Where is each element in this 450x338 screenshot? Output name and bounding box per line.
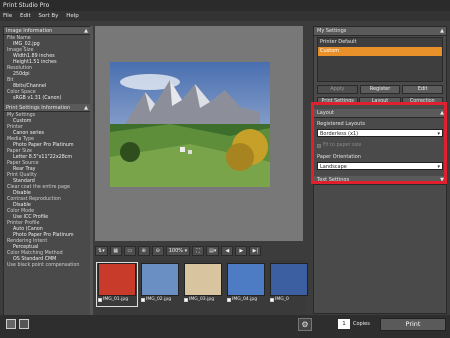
thumbnail-image[interactable] (227, 263, 265, 296)
image-info-header[interactable]: Image Information ▲ (4, 27, 90, 35)
prev-page-icon[interactable]: ◀ (221, 246, 234, 256)
print-button[interactable]: Print (380, 318, 446, 331)
thumbnail-item[interactable]: IMG_01.jpg (96, 262, 138, 307)
highlight-box (311, 102, 447, 184)
menu-edit[interactable]: Edit (20, 13, 31, 19)
print-info-header[interactable]: Print Settings Information ▲ (4, 104, 90, 112)
collapse-icon[interactable]: ▲ (440, 27, 444, 35)
menu-file[interactable]: File (3, 13, 12, 19)
menu-help[interactable]: Help (66, 13, 79, 19)
fit-view-icon[interactable]: ▭ (123, 246, 136, 256)
thumbnail-checkbox[interactable] (184, 297, 188, 302)
next-page-icon[interactable]: ▶ (235, 246, 248, 256)
info-value: sRGB v1.31 (Canon) (13, 96, 62, 101)
menu-sort-by[interactable]: Sort By (38, 13, 58, 19)
info-key: Use black point compensation (7, 263, 80, 268)
view-mode-button[interactable]: ▤▾ (206, 246, 220, 256)
edit-button[interactable]: Edit (402, 85, 444, 94)
multi-view-icon[interactable] (19, 319, 29, 329)
copies-label: Copies (353, 321, 370, 327)
window-title: Print Studio Pro (0, 0, 450, 11)
collapse-icon[interactable]: ▲ (84, 27, 88, 34)
thumbnail-image[interactable] (98, 263, 136, 296)
thumbnail-label: IMG_0 (275, 297, 289, 302)
menu-bar: File Edit Sort By Help (0, 11, 450, 21)
preview-photo (110, 62, 270, 187)
fullscreen-icon[interactable]: ⛶ (192, 246, 205, 256)
image-info-list: File Name IMG_02.jpg Image Size Width1.89 i… (4, 35, 90, 104)
thumbnail-checkbox[interactable] (98, 297, 102, 302)
last-page-icon[interactable]: ▶| (249, 246, 262, 256)
thumbnail-item[interactable]: IMG_03.jpg (183, 263, 223, 306)
thumbnail-label: IMG_04.jpg (232, 297, 258, 302)
copies-field[interactable]: 1 (338, 319, 350, 329)
zoom-select[interactable]: 100% ▾ (165, 246, 191, 256)
apply-button[interactable]: Apply (317, 85, 358, 94)
settings-item-printer-default[interactable]: Printer Default (318, 38, 442, 47)
thumbnail-label: IMG_01.jpg (103, 297, 129, 302)
thumbnail-checkbox[interactable] (141, 297, 145, 302)
print-info-list: My Settings Custom Printer Canon series Medi… (4, 112, 90, 271)
thumbnail-item[interactable]: IMG_04.jpg (226, 263, 266, 306)
thumbnail-label: IMG_02.jpg (146, 297, 172, 302)
thumbnail-label: IMG_03.jpg (189, 297, 215, 302)
thumbnail-image[interactable] (184, 263, 222, 296)
zoom-in-icon[interactable]: ⊕ (137, 246, 150, 256)
my-settings-header[interactable]: My Settings ▲ (314, 27, 446, 36)
zoom-out-icon[interactable]: ⊖ (151, 246, 164, 256)
settings-item-custom[interactable]: Custom (318, 47, 442, 56)
collapse-icon[interactable]: ▲ (84, 104, 88, 111)
preview-toolbar: ⇅▾ ▦ ▭ ⊕ ⊖ 100% ▾ ⛶ ▤▾ ◀ ▶ ▶| (95, 245, 305, 257)
thumbnail-item[interactable]: IMG_02.jpg (140, 263, 180, 306)
left-scrollbar[interactable] (90, 26, 93, 328)
thumbnail-image[interactable] (270, 263, 308, 296)
single-view-icon[interactable] (6, 319, 16, 329)
thumbnail-checkbox[interactable] (227, 297, 231, 302)
thumbnail-item[interactable]: IMG_0 (269, 263, 309, 306)
my-settings-list: Printer Default Custom (317, 37, 443, 82)
thumbnail-strip: IMG_01.jpg IMG_02.jpg IMG_03.jpg IMG_04.jpg… (95, 260, 308, 316)
transform-button[interactable]: ⇅▾ (95, 246, 108, 256)
gear-icon[interactable]: ⚙ (298, 318, 312, 331)
thumbnail-image[interactable] (141, 263, 179, 296)
register-button[interactable]: Register (359, 85, 401, 94)
grid-icon[interactable]: ▦ (109, 246, 122, 256)
info-panel: Image Information ▲ File Name IMG_02.jpg Im… (3, 26, 91, 328)
thumbnail-checkbox[interactable] (270, 297, 274, 302)
